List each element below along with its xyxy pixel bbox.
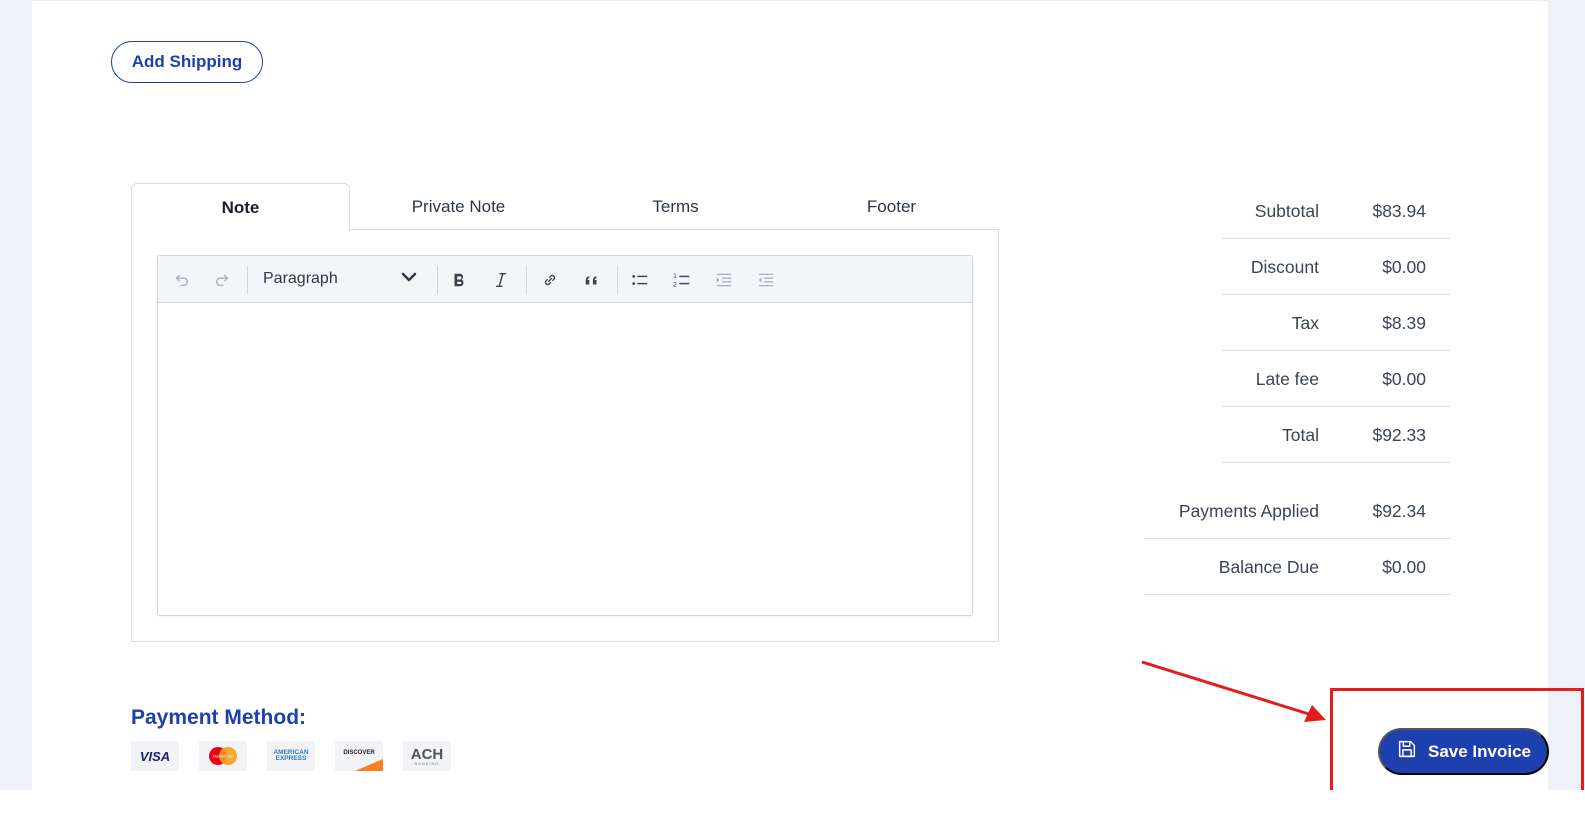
- undo-icon[interactable]: [166, 266, 196, 294]
- summary-row-balance-due: Balance Due $0.00: [1145, 539, 1451, 595]
- note-editor: Paragraph 12: [157, 255, 973, 616]
- bulleted-list-icon[interactable]: [625, 266, 655, 294]
- block-format-value: Paragraph: [263, 270, 338, 287]
- visa-logo: VISA: [131, 741, 179, 771]
- tab-private-note[interactable]: Private Note: [350, 183, 567, 230]
- annotation-arrow-icon: [1141, 660, 1326, 722]
- page-bottom-strip: [0, 790, 1585, 819]
- summary-value: $8.39: [1382, 312, 1426, 333]
- summary-label: Discount: [1250, 256, 1319, 277]
- summary-value: $92.34: [1372, 500, 1426, 521]
- summary-row-discount: Discount $0.00: [1221, 239, 1451, 295]
- amex-logo-text: AMERICAN EXPRESS: [273, 748, 309, 762]
- redo-icon[interactable]: [208, 266, 238, 294]
- payment-method-title: Payment Method:: [131, 706, 307, 729]
- summary-label: Balance Due: [1218, 556, 1319, 577]
- summary-label: Subtotal: [1254, 200, 1319, 221]
- summary-row-total: Total $92.33: [1221, 407, 1451, 463]
- toolbar-divider: [437, 266, 438, 294]
- discover-logo: DISCOVER: [335, 741, 383, 771]
- mastercard-logo-text: MasterCard: [213, 754, 235, 759]
- italic-icon[interactable]: [486, 266, 516, 294]
- tab-footer[interactable]: Footer: [784, 183, 999, 230]
- block-format-select[interactable]: Paragraph: [255, 264, 425, 294]
- editor-content-area[interactable]: [158, 303, 972, 615]
- american-express-logo: AMERICAN EXPRESS: [267, 741, 315, 771]
- bold-icon[interactable]: [444, 266, 474, 294]
- summary-label: Payments Applied: [1178, 500, 1319, 521]
- summary-row-tax: Tax $8.39: [1221, 295, 1451, 351]
- numbered-list-icon[interactable]: 12: [667, 266, 697, 294]
- svg-text:1: 1: [673, 273, 677, 280]
- summary-label: Tax: [1291, 312, 1319, 333]
- add-shipping-button[interactable]: Add Shipping: [111, 41, 263, 83]
- outdent-icon[interactable]: [751, 266, 781, 294]
- summary-row-payments-applied: Payments Applied $92.34: [1145, 483, 1451, 539]
- blockquote-icon[interactable]: [577, 266, 607, 294]
- ach-logo-text: ACH: [410, 745, 444, 763]
- toolbar-divider: [247, 266, 248, 294]
- svg-text:2: 2: [673, 281, 677, 288]
- mastercard-logo: MasterCard: [199, 741, 247, 771]
- summary-value: $0.00: [1382, 556, 1426, 577]
- summary-value: $0.00: [1382, 256, 1426, 277]
- chevron-down-icon: [399, 267, 419, 292]
- page-background-right: [1548, 0, 1585, 790]
- summary-row-subtotal: Subtotal $83.94: [1221, 183, 1451, 239]
- ach-logo: ACH BANKING: [403, 741, 451, 771]
- summary-label: Late fee: [1255, 368, 1319, 389]
- tab-terms[interactable]: Terms: [567, 183, 784, 230]
- summary-value: $83.94: [1372, 200, 1426, 221]
- page-background-left: [0, 0, 32, 790]
- editor-toolbar: Paragraph 12: [158, 256, 972, 303]
- summary-value: $0.00: [1382, 368, 1426, 389]
- notes-tabs: Note Private Note Terms Footer: [131, 183, 999, 231]
- indent-icon[interactable]: [709, 266, 739, 294]
- ach-logo-subtext: BANKING: [414, 760, 440, 766]
- link-icon[interactable]: [535, 266, 565, 294]
- tab-note[interactable]: Note: [131, 183, 350, 231]
- toolbar-divider: [526, 266, 527, 294]
- toolbar-divider: [617, 266, 618, 294]
- summary-value: $92.33: [1372, 424, 1426, 445]
- visa-logo-text: VISA: [139, 748, 171, 764]
- summary-label: Total: [1282, 424, 1319, 445]
- summary-row-late-fee: Late fee $0.00: [1221, 351, 1451, 407]
